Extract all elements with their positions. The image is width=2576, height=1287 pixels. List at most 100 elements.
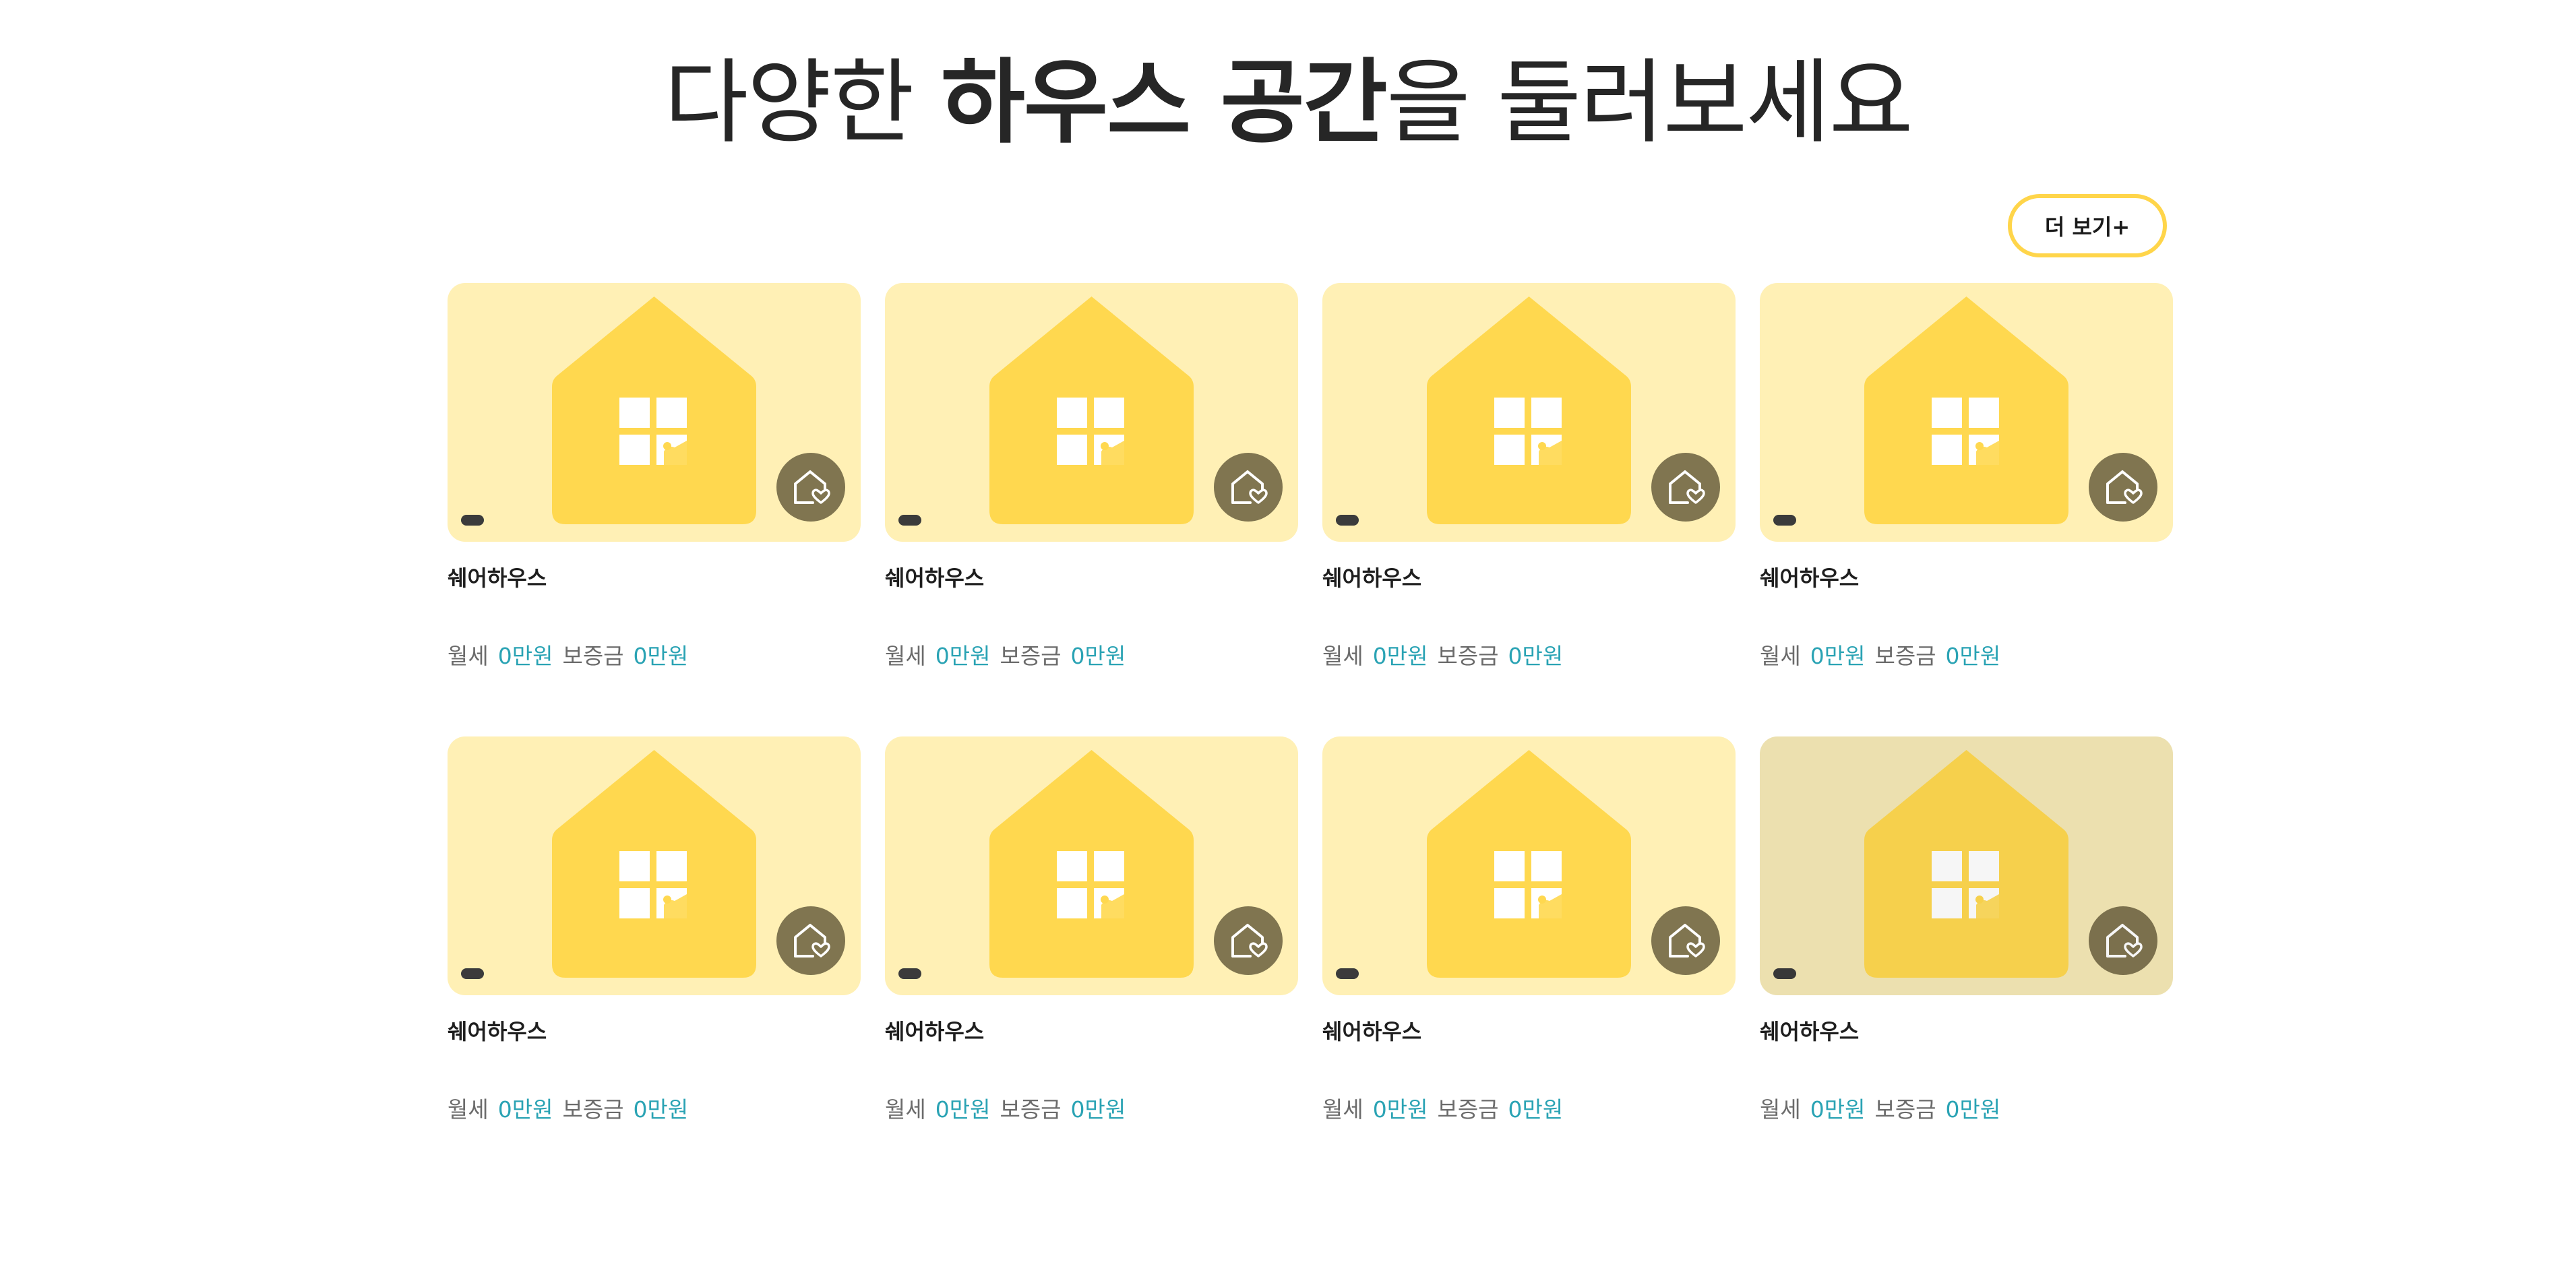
listing-title: 쉐어하우스 [448,565,547,591]
rent-value: 0만원 [497,643,553,669]
like-button[interactable] [776,453,845,522]
deposit-label: 보증금 [1874,643,1936,669]
listing-title: 쉐어하우스 [885,1019,985,1044]
image-indicator [898,968,921,979]
like-button[interactable] [1214,453,1283,522]
listing-thumbnail[interactable] [1322,736,1736,995]
image-indicator [1773,515,1796,526]
deposit-label: 보증금 [1000,1096,1062,1123]
house-heart-icon [794,924,830,958]
listing-title: 쉐어하우스 [448,1019,547,1044]
like-button[interactable] [1651,453,1720,522]
listing-card[interactable]: 쉐어하우스 월세 0만원 보증금 0만원 [1760,736,2173,1191]
rent-value: 0만원 [935,643,991,669]
house-illustration [1427,296,1631,524]
listing-thumbnail[interactable] [885,736,1298,995]
rent-label: 월세 [448,1096,489,1123]
house-heart-icon [1669,470,1705,504]
more-button[interactable]: 더 보기+ [2008,194,2167,257]
image-indicator [461,515,484,526]
listing-card[interactable]: 쉐어하우스 월세 0만원 보증금 0만원 [1322,283,1736,736]
deposit-value: 0만원 [1070,1096,1126,1123]
rent-value: 0만원 [1372,1096,1428,1123]
rent-label: 월세 [1322,1096,1363,1123]
deposit-value: 0만원 [1945,643,2001,669]
rent-value: 0만원 [1810,1096,1866,1123]
rent-label: 월세 [1760,1096,1801,1123]
listing-thumbnail[interactable] [448,283,861,542]
like-button[interactable] [1214,906,1283,975]
deposit-label: 보증금 [1874,1096,1936,1123]
deposit-label: 보증금 [1437,1096,1499,1123]
page-title-part1: 다양한 [664,50,941,156]
deposit-value: 0만원 [1508,643,1564,669]
listing-thumbnail[interactable] [1322,283,1736,542]
listing-title: 쉐어하우스 [1322,1019,1422,1044]
listing-price: 월세 0만원 보증금 0만원 [885,1095,1135,1125]
listing-price: 월세 0만원 보증금 0만원 [1322,641,1572,671]
rent-value: 0만원 [1810,643,1866,669]
deposit-value: 0만원 [1070,643,1126,669]
listing-title: 쉐어하우스 [885,565,985,591]
listing-card[interactable]: 쉐어하우스 월세 0만원 보증금 0만원 [1760,283,2173,736]
deposit-label: 보증금 [562,643,624,669]
image-indicator [1336,515,1359,526]
like-button[interactable] [2089,453,2157,522]
deposit-label: 보증금 [1000,643,1062,669]
deposit-value: 0만원 [1945,1096,2001,1123]
page: 다양한 하우스 공간을 둘러보세요 더 보기+ 쉐어하우스 월세 0만원 보증금… [0,0,2576,1287]
house-illustration [1864,750,2068,978]
rent-value: 0만원 [497,1096,553,1123]
listing-grid: 쉐어하우스 월세 0만원 보증금 0만원 쉐어하우스 월세 0만원 보증금 0만… [448,283,2173,1191]
like-button[interactable] [2089,906,2157,975]
listing-card[interactable]: 쉐어하우스 월세 0만원 보증금 0만원 [885,736,1298,1191]
listing-price: 월세 0만원 보증금 0만원 [448,1095,698,1125]
house-illustration [552,296,756,524]
deposit-label: 보증금 [562,1096,624,1123]
rent-label: 월세 [1322,643,1363,669]
rent-value: 0만원 [1372,643,1428,669]
deposit-value: 0만원 [633,643,689,669]
house-illustration [989,750,1194,978]
image-indicator [898,515,921,526]
listing-title: 쉐어하우스 [1760,565,1860,591]
listing-thumbnail[interactable] [1760,736,2173,995]
listing-card[interactable]: 쉐어하우스 월세 0만원 보증금 0만원 [1322,736,1736,1191]
listing-card[interactable]: 쉐어하우스 월세 0만원 보증금 0만원 [885,283,1298,736]
deposit-value: 0만원 [633,1096,689,1123]
house-heart-icon [1231,924,1268,958]
deposit-label: 보증금 [1437,643,1499,669]
listing-title: 쉐어하우스 [1322,565,1422,591]
house-illustration [1427,750,1631,978]
listing-title: 쉐어하우스 [1760,1019,1860,1044]
listing-price: 월세 0만원 보증금 0만원 [885,641,1135,671]
deposit-value: 0만원 [1508,1096,1564,1123]
house-illustration [1864,296,2068,524]
house-illustration [989,296,1194,524]
rent-label: 월세 [1760,643,1801,669]
listing-price: 월세 0만원 보증금 0만원 [1760,641,2010,671]
like-button[interactable] [776,906,845,975]
page-title-part3: 을 둘러보세요 [1386,50,1913,156]
house-heart-icon [2106,470,2143,504]
rent-label: 월세 [885,643,926,669]
rent-label: 월세 [885,1096,926,1123]
house-heart-icon [794,470,830,504]
listing-thumbnail[interactable] [885,283,1298,542]
page-title-highlight: 하우스 공간 [940,50,1388,156]
house-illustration [552,750,756,978]
image-indicator [461,968,484,979]
like-button[interactable] [1651,906,1720,975]
listing-price: 월세 0만원 보증금 0만원 [448,641,698,671]
listing-card[interactable]: 쉐어하우스 월세 0만원 보증금 0만원 [448,736,861,1191]
listing-thumbnail[interactable] [1760,283,2173,542]
listing-price: 월세 0만원 보증금 0만원 [1760,1095,2010,1125]
page-title: 다양한 하우스 공간을 둘러보세요 [0,46,2576,160]
house-heart-icon [1669,924,1705,958]
listing-card[interactable]: 쉐어하우스 월세 0만원 보증금 0만원 [448,283,861,736]
listing-thumbnail[interactable] [448,736,861,995]
house-heart-icon [1231,470,1268,504]
house-heart-icon [2106,924,2143,958]
image-indicator [1336,968,1359,979]
rent-label: 월세 [448,643,489,669]
